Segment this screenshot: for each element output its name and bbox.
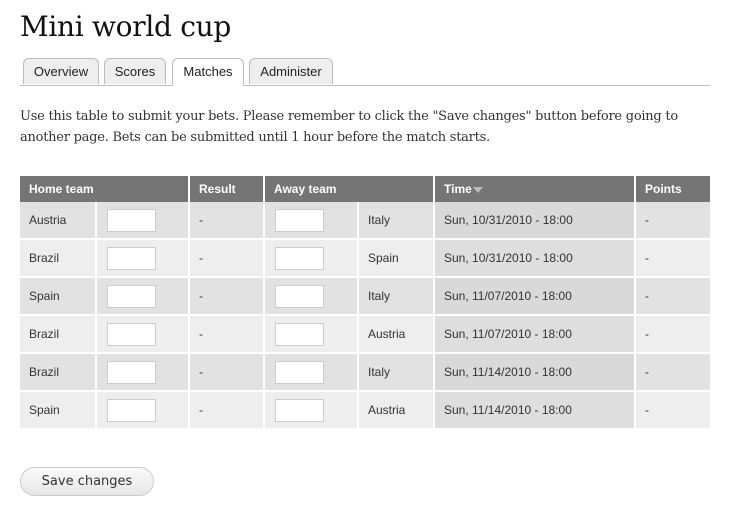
away-team: Austria <box>358 390 435 428</box>
result: - <box>189 314 265 353</box>
table-row: Brazil - Austria Sun, 11/07/2010 - 18:00- <box>20 314 710 353</box>
home-score-cell <box>96 202 190 239</box>
away-score-input[interactable] <box>275 398 324 422</box>
result: - <box>189 390 265 428</box>
points: - <box>635 314 710 353</box>
tab-bar: Overview Scores Matches Administer <box>20 58 710 86</box>
match-time: Sun, 11/14/2010 - 18:00 <box>434 352 636 391</box>
home-score-cell <box>96 238 190 277</box>
home-score-input[interactable] <box>107 246 156 270</box>
header-away-team: Away team <box>264 176 435 202</box>
home-score-input[interactable] <box>107 322 156 346</box>
intro-text: Use this table to submit your bets. Plea… <box>20 109 678 145</box>
away-team: Italy <box>358 352 435 391</box>
table-row: Brazil - Spain Sun, 10/31/2010 - 18:00- <box>20 238 710 277</box>
save-changes-button[interactable]: Save changes <box>20 467 154 496</box>
table-row: Spain - Austria Sun, 11/14/2010 - 18:00- <box>20 390 710 428</box>
match-time: Sun, 10/31/2010 - 18:00 <box>434 202 636 239</box>
away-score-input[interactable] <box>275 284 324 308</box>
matches-table: Home team Result Away team Time Points A… <box>20 176 710 428</box>
home-team: Austria <box>20 202 97 239</box>
away-team: Italy <box>358 202 435 239</box>
home-team: Spain <box>20 276 97 315</box>
points: - <box>635 390 710 428</box>
home-score-input[interactable] <box>107 398 156 422</box>
tab-overview[interactable]: Overview <box>23 58 99 84</box>
home-team: Brazil <box>20 314 97 353</box>
tab-matches[interactable]: Matches <box>172 58 244 86</box>
match-time: Sun, 11/14/2010 - 18:00 <box>434 390 636 428</box>
away-team: Italy <box>358 276 435 315</box>
away-score-input[interactable] <box>275 246 324 270</box>
home-team: Brazil <box>20 352 97 391</box>
points: - <box>635 202 710 239</box>
tab-scores[interactable]: Scores <box>104 58 166 84</box>
header-result: Result <box>189 176 265 202</box>
sort-descending-icon[interactable] <box>472 186 483 193</box>
result: - <box>189 352 265 391</box>
match-time: Sun, 11/07/2010 - 18:00 <box>434 314 636 353</box>
header-home-team: Home team <box>20 176 190 202</box>
home-score-cell <box>96 314 190 353</box>
table-row: Spain - Italy Sun, 11/07/2010 - 18:00- <box>20 276 710 315</box>
home-score-cell <box>96 390 190 428</box>
match-time: Sun, 10/31/2010 - 18:00 <box>434 238 636 277</box>
result: - <box>189 238 265 277</box>
points: - <box>635 276 710 315</box>
home-team: Spain <box>20 390 97 428</box>
table-header-row: Home team Result Away team Time Points <box>20 176 710 202</box>
match-time: Sun, 11/07/2010 - 18:00 <box>434 276 636 315</box>
away-team: Spain <box>358 238 435 277</box>
away-score-input[interactable] <box>275 208 324 232</box>
home-score-input[interactable] <box>107 360 156 384</box>
away-team: Austria <box>358 314 435 353</box>
away-score-cell <box>264 314 359 353</box>
away-score-cell <box>264 238 359 277</box>
table-row: Brazil - Italy Sun, 11/14/2010 - 18:00- <box>20 352 710 391</box>
page-title: Mini world cup <box>20 10 231 43</box>
tab-administer[interactable]: Administer <box>249 58 333 84</box>
home-score-cell <box>96 276 190 315</box>
points: - <box>635 238 710 277</box>
header-time-label[interactable]: Time <box>444 182 472 196</box>
header-time[interactable]: Time <box>434 176 636 202</box>
away-score-cell <box>264 276 359 315</box>
header-points: Points <box>635 176 710 202</box>
result: - <box>189 276 265 315</box>
away-score-cell <box>264 390 359 428</box>
home-score-input[interactable] <box>107 208 156 232</box>
away-score-cell <box>264 202 359 239</box>
home-score-cell <box>96 352 190 391</box>
home-score-input[interactable] <box>107 284 156 308</box>
points: - <box>635 352 710 391</box>
away-score-cell <box>264 352 359 391</box>
home-team: Brazil <box>20 238 97 277</box>
away-score-input[interactable] <box>275 360 324 384</box>
table-row: Austria - Italy Sun, 10/31/2010 - 18:00- <box>20 202 710 239</box>
away-score-input[interactable] <box>275 322 324 346</box>
result: - <box>189 202 265 239</box>
